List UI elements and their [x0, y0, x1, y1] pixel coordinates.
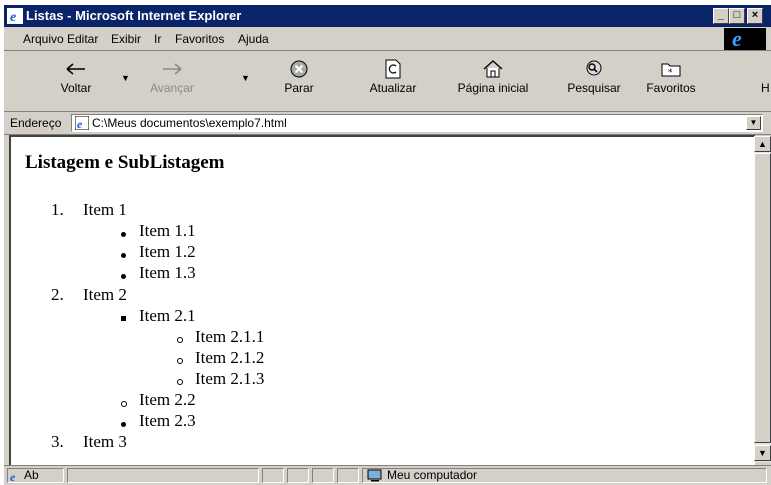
menu-exibir[interactable]: Exibir [111, 32, 141, 46]
list-item: Item 2 [83, 285, 127, 304]
search-button[interactable]: Pesquisar [559, 57, 629, 95]
disc-bullet-icon [121, 253, 126, 258]
back-button[interactable]: Voltar [48, 57, 104, 95]
maximize-button[interactable]: □ [729, 8, 745, 24]
status-panel [67, 468, 259, 483]
status-panel [287, 468, 309, 483]
ie-icon: e [7, 8, 23, 24]
svg-text:e: e [10, 10, 16, 24]
more-toolbar-button[interactable]: H [761, 57, 771, 95]
favorites-label: Favoritos [646, 81, 696, 95]
favorites-icon: * [661, 63, 681, 78]
back-dropdown-icon[interactable]: ▼ [121, 73, 130, 83]
scroll-down-icon[interactable]: ▼ [754, 445, 771, 461]
list-item: Item 2.1 [139, 306, 196, 325]
svg-text:e: e [10, 470, 16, 482]
back-label: Voltar [60, 81, 92, 95]
stop-label: Parar [284, 81, 314, 95]
stop-button[interactable]: Parar [274, 57, 324, 95]
close-button[interactable]: × [747, 8, 763, 24]
list-number: 3. [51, 432, 64, 451]
disc-bullet-icon [121, 422, 126, 427]
status-text: e Ab [7, 468, 64, 483]
page-heading: Listagem e SubListagem [25, 152, 225, 173]
forward-button[interactable]: Avançar [142, 57, 202, 95]
page-status-icon: e [10, 470, 16, 482]
list-item: Item 1.3 [139, 263, 196, 282]
computer-icon [367, 469, 382, 482]
refresh-label: Atualizar [369, 81, 417, 95]
address-bar: Endereço e ▼ [4, 112, 771, 135]
svg-text:e: e [77, 117, 83, 130]
refresh-button[interactable]: Atualizar [360, 57, 426, 95]
address-label: Endereço [10, 116, 62, 130]
title-bar: e Listas - Microsoft Internet Explorer _… [4, 5, 771, 27]
status-bar: e Ab Meu computador [4, 465, 771, 485]
menu-favoritos[interactable]: Favoritos [175, 32, 224, 46]
search-icon [586, 60, 602, 76]
menu-ir[interactable]: Ir [154, 32, 161, 46]
circle-bullet-icon [177, 379, 183, 385]
status-panel [262, 468, 284, 483]
list-item: Item 1.1 [139, 221, 196, 240]
list-item: Item 1.2 [139, 242, 196, 261]
zone-panel: Meu computador [362, 468, 767, 483]
circle-bullet-icon [177, 358, 183, 364]
circle-bullet-icon [177, 337, 183, 343]
status-panel [312, 468, 334, 483]
home-icon [483, 60, 503, 78]
forward-label: Avançar [150, 81, 194, 95]
list-number: 1. [51, 200, 64, 219]
circle-bullet-icon [121, 401, 127, 407]
address-input[interactable] [92, 116, 732, 130]
ie-logo-icon: e [724, 26, 766, 51]
favorites-button[interactable]: * Favoritos [637, 57, 705, 95]
square-bullet-icon [121, 316, 126, 321]
scroll-thumb[interactable] [754, 153, 771, 443]
forward-dropdown-icon[interactable]: ▼ [241, 73, 250, 83]
vertical-scrollbar[interactable]: ▲ ▼ [754, 136, 771, 462]
toolbar: Voltar ▼ Avançar ▼ Parar Atualizar Págin… [4, 51, 771, 112]
back-arrow-icon [66, 63, 85, 75]
disc-bullet-icon [121, 232, 126, 237]
menu-bar: Arquivo Editar Exibir Ir Favoritos Ajuda [4, 28, 771, 51]
address-dropdown-icon[interactable]: ▼ [746, 116, 761, 130]
minimize-button[interactable]: _ [713, 8, 729, 24]
svg-text:*: * [668, 68, 673, 78]
list-item: Item 3 [83, 432, 127, 451]
menu-arquivo[interactable]: Arquivo [23, 32, 64, 46]
forward-arrow-icon [163, 63, 182, 75]
scroll-up-icon[interactable]: ▲ [754, 136, 771, 152]
window-title: Listas - Microsoft Internet Explorer [26, 8, 242, 23]
list-item: Item 2.1.2 [195, 348, 265, 367]
home-button[interactable]: Página inicial [445, 57, 541, 95]
list-item: Item 2.1.3 [195, 369, 265, 388]
list-item: Item 2.3 [139, 411, 196, 430]
list-item: Item 2.2 [139, 390, 196, 409]
page-content: Listagem e SubListagem 1. Item 1 Item 1.… [9, 135, 755, 465]
list-number: 2. [51, 285, 64, 304]
address-field[interactable]: e ▼ [71, 114, 763, 132]
menu-ajuda[interactable]: Ajuda [238, 32, 269, 46]
search-label: Pesquisar [567, 81, 621, 95]
stop-icon [290, 60, 308, 78]
status-panel [337, 468, 359, 483]
page-icon: e [75, 116, 89, 130]
menu-editar[interactable]: Editar [67, 32, 98, 46]
refresh-icon [385, 59, 401, 79]
list-item: Item 2.1.1 [195, 327, 265, 346]
disc-bullet-icon [121, 274, 126, 279]
list-item: Item 1 [83, 200, 127, 219]
home-label: Página inicial [457, 81, 529, 95]
